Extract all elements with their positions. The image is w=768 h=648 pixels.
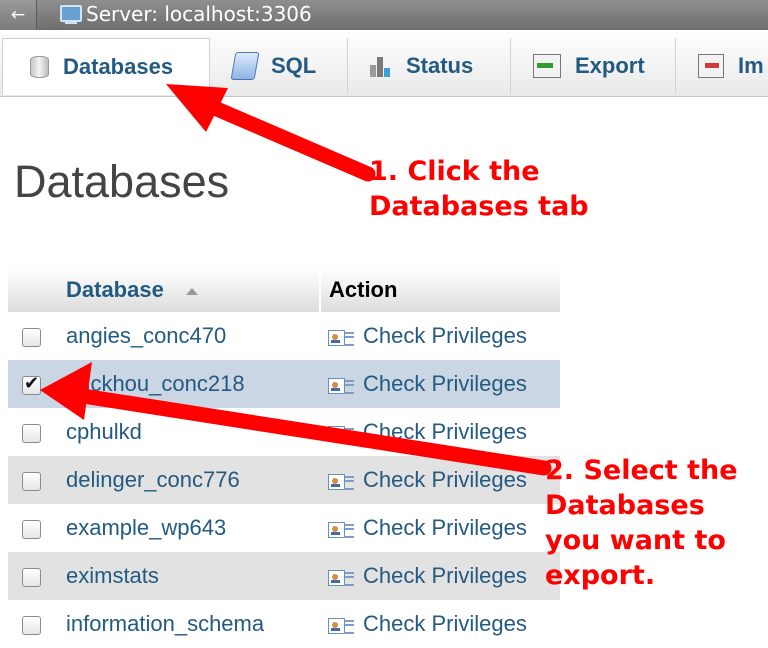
back-arrow-button[interactable]: ←	[0, 0, 37, 30]
row-checkbox[interactable]	[22, 327, 41, 347]
sort-ascending-icon[interactable]	[185, 288, 198, 295]
database-icon	[30, 56, 49, 78]
table-row: delinger_conc776 Check Privileges	[8, 456, 560, 504]
database-name-link[interactable]: eximstats	[58, 552, 320, 600]
privileges-card-icon	[328, 425, 354, 443]
back-arrow-icon: ←	[10, 5, 26, 25]
privileges-card-icon	[328, 569, 354, 587]
annotation-step-2-line-4: export.	[545, 560, 656, 591]
select-column-header	[8, 268, 58, 312]
export-icon	[533, 54, 561, 78]
database-name-link[interactable]: example_wp643	[58, 504, 320, 552]
table-row: example_wp643 Check Privileges	[8, 504, 560, 552]
annotation-step-1: 1. Click the Databases tab	[369, 154, 669, 224]
database-header-label: Database	[66, 277, 164, 302]
annotation-step-2: 2. Select the Databases you want to expo…	[545, 453, 768, 593]
check-privileges-link[interactable]: Check Privileges	[320, 552, 560, 600]
check-privileges-link[interactable]: Check Privileges	[320, 408, 560, 456]
privileges-card-icon	[328, 329, 354, 347]
check-privileges-label: Check Privileges	[363, 323, 527, 348]
check-privileges-link[interactable]: Check Privileges	[320, 456, 560, 504]
check-privileges-label: Check Privileges	[363, 563, 527, 588]
check-privileges-label: Check Privileges	[363, 467, 527, 492]
check-privileges-link[interactable]: Check Privileges	[320, 504, 560, 552]
status-chart-icon	[370, 55, 392, 77]
row-checkbox[interactable]	[22, 519, 41, 539]
tab-databases-label: Databases	[63, 54, 174, 79]
import-icon	[698, 54, 724, 78]
privileges-card-icon	[328, 521, 354, 539]
table-row: eximstats Check Privileges	[8, 552, 560, 600]
check-privileges-label: Check Privileges	[363, 515, 527, 540]
check-privileges-link[interactable]: Check Privileges	[320, 360, 560, 408]
privileges-card-icon	[328, 377, 354, 395]
server-title[interactable]: Server: localhost:3306	[86, 1, 312, 27]
databases-table: Database Action angies_conc470 Check Pri…	[8, 268, 560, 648]
tab-sql-label: SQL	[271, 53, 317, 78]
annotation-step-1-line-1: 1. Click the	[369, 156, 540, 187]
database-name-link[interactable]: cphulkd	[58, 408, 320, 456]
privileges-card-icon	[328, 617, 354, 635]
tab-import-label: Im	[738, 53, 764, 78]
row-checkbox[interactable]	[22, 567, 41, 587]
database-name-link[interactable]: angies_conc470	[58, 312, 320, 360]
row-checkbox[interactable]	[22, 423, 41, 443]
annotation-step-1-line-2: Databases tab	[369, 191, 589, 222]
tab-databases[interactable]: Databases	[2, 38, 210, 95]
check-privileges-link[interactable]: Check Privileges	[320, 600, 560, 648]
tab-status[interactable]: Status	[348, 38, 511, 94]
tab-status-label: Status	[406, 53, 474, 78]
table-row: information_schema Check Privileges	[8, 600, 560, 648]
browser-top-bar: ← Server: localhost:3306	[0, 0, 768, 30]
server-monitor-icon	[60, 5, 82, 24]
table-row: angies_conc470 Check Privileges	[8, 312, 560, 360]
check-privileges-label: Check Privileges	[363, 611, 527, 636]
row-checkbox[interactable]	[22, 471, 41, 491]
database-name-link[interactable]: information_schema	[58, 600, 320, 648]
tab-sql[interactable]: SQL	[209, 38, 348, 94]
database-name-link[interactable]: brickhou_conc218	[58, 360, 320, 408]
database-column-header[interactable]: Database	[58, 268, 320, 312]
action-column-header: Action	[319, 268, 560, 312]
check-privileges-label: Check Privileges	[363, 419, 527, 444]
check-privileges-label: Check Privileges	[363, 371, 527, 396]
annotation-step-2-line-1: 2. Select the	[545, 455, 738, 486]
tab-export-label: Export	[575, 53, 645, 78]
page-title: Databases	[14, 156, 230, 207]
table-header-row: Database Action	[8, 268, 560, 312]
sql-icon	[230, 52, 260, 80]
row-checkbox-checked[interactable]	[22, 373, 41, 395]
annotation-step-2-line-3: you want to	[545, 525, 726, 556]
tab-import[interactable]: Im	[676, 38, 768, 94]
tab-export[interactable]: Export	[511, 38, 676, 94]
check-privileges-link[interactable]: Check Privileges	[320, 312, 560, 360]
row-checkbox[interactable]	[22, 615, 41, 635]
top-tab-bar: Databases SQL Status Export Im	[0, 30, 768, 97]
database-name-link[interactable]: delinger_conc776	[58, 456, 320, 504]
privileges-card-icon	[328, 473, 354, 491]
annotation-step-2-line-2: Databases	[545, 490, 705, 521]
table-row: cphulkd Check Privileges	[8, 408, 560, 456]
table-row: brickhou_conc218 Check Privileges	[8, 360, 560, 408]
